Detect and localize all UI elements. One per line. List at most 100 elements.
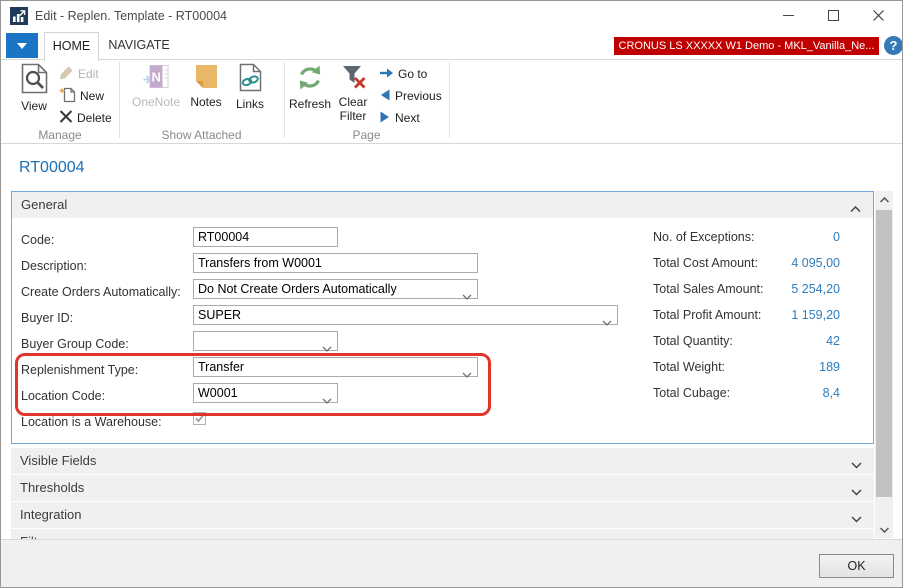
edit-button: Edit [59,64,99,84]
total-row: Total Cost Amount: 4 095,00 [653,253,840,279]
location-warehouse-checkbox [193,412,206,425]
group-divider [119,62,120,138]
scrollbar-thumb[interactable] [876,210,892,497]
next-button[interactable]: Next [379,108,420,128]
clear-filter-button[interactable]: Clear Filter [333,63,373,115]
notes-button[interactable]: Notes [185,63,227,115]
refresh-button[interactable]: Refresh [287,63,333,115]
links-button[interactable]: Links [229,63,271,115]
exceptions-label: No. of Exceptions: [653,230,754,244]
clear-filter-funnel-icon [333,63,373,93]
app-window: Edit - Replen. Template - RT00004 HOME N… [0,0,903,588]
chevron-down-icon[interactable] [851,485,862,499]
totals-column: No. of Exceptions: 0 Total Cost Amount: 4 … [653,227,840,409]
sticky-note-icon [185,63,227,93]
caret-down-icon [17,43,27,49]
total-weight-value[interactable]: 189 [819,360,840,374]
svg-text:N: N [151,70,160,85]
create-orders-label: Create Orders Automatically: [21,282,181,302]
create-orders-select[interactable]: Do Not Create Orders Automatically [193,279,478,299]
total-cubage-label: Total Cubage: [653,386,730,400]
total-cost-value[interactable]: 4 095,00 [791,256,840,270]
app-icon [10,7,28,25]
ok-button[interactable]: OK [819,554,894,578]
tab-home[interactable]: HOME [44,32,99,61]
group-divider [449,62,450,138]
total-row: Total Quantity:42 [653,331,840,357]
total-quantity-value[interactable]: 42 [826,334,840,348]
location-code-label: Location Code: [21,386,105,406]
total-row: Total Profit Amount: 1 159,20 [653,305,840,331]
fasttab-general: General Code: RT00004 Description: Trans… [11,191,874,444]
buyer-group-select[interactable] [193,331,338,351]
total-cost-label: Total Cost Amount: [653,256,758,270]
replenishment-type-label: Replenishment Type: [21,360,138,380]
fasttab-visible-fields[interactable]: Visible Fields [11,448,874,474]
buyer-id-label: Buyer ID: [21,308,73,328]
next-arrow-icon [379,111,391,126]
exceptions-value[interactable]: 0 [833,230,840,244]
fasttab-general-label: General [21,192,67,218]
total-cubage-value[interactable]: 8,4 [823,386,840,400]
delete-button[interactable]: Delete [59,108,112,128]
view-button[interactable]: View [13,63,55,115]
chevron-down-icon[interactable] [851,512,862,526]
chevron-down-icon [322,339,332,357]
new-page-icon [59,87,76,106]
previous-button[interactable]: Previous [379,86,442,106]
total-row: No. of Exceptions: 0 [653,227,840,253]
pencil-icon [59,65,74,83]
chevron-down-icon [462,365,472,383]
location-code-select[interactable]: W0001 [193,383,338,403]
links-chain-icon [229,63,271,95]
vertical-scrollbar[interactable] [875,191,893,538]
buyer-id-select[interactable]: SUPER [193,305,618,325]
maximize-button[interactable] [811,1,856,30]
app-menu-button[interactable] [6,33,38,58]
chevron-up-icon[interactable] [850,202,861,216]
total-row: Total Weight: 189 [653,357,840,383]
new-button[interactable]: New [59,86,104,106]
onenote-button: N OneNote [129,63,183,115]
minimize-button[interactable] [766,1,811,30]
total-sales-label: Total Sales Amount: [653,282,763,296]
code-label: Code: [21,230,54,250]
fasttab-integration[interactable]: Integration [11,502,874,528]
total-sales-value[interactable]: 5 254,20 [791,282,840,296]
fasttab-general-body: Code: RT00004 Description: Transfers fro… [12,218,873,443]
group-label-manage: Manage [1,128,119,143]
description-input[interactable]: Transfers from W0001 [193,253,478,273]
delete-x-icon [59,110,73,126]
previous-arrow-icon [379,89,391,104]
chevron-down-icon [322,391,332,409]
total-row: Total Cubage: 8,4 [653,383,840,409]
onenote-icon: N [129,63,183,93]
group-divider [284,62,285,138]
total-profit-label: Total Profit Amount: [653,308,761,322]
scroll-down-icon[interactable] [875,521,893,538]
group-label-show-attached: Show Attached [119,128,284,143]
replenishment-type-select[interactable]: Transfer [193,357,478,377]
chevron-down-icon [462,287,472,305]
tab-navigate[interactable]: NAVIGATE [103,32,175,59]
group-label-page: Page [284,128,449,143]
description-label: Description: [21,256,87,276]
window-title: Edit - Replen. Template - RT00004 [35,1,227,31]
scroll-up-icon[interactable] [875,191,893,208]
goto-button[interactable]: Go to [379,64,427,84]
title-bar: Edit - Replen. Template - RT00004 [1,1,902,31]
fasttab-general-header[interactable]: General [12,192,873,218]
code-input[interactable]: RT00004 [193,227,338,247]
buyer-group-label: Buyer Group Code: [21,334,129,354]
help-button[interactable]: ? [884,36,903,55]
total-weight-label: Total Weight: [653,360,725,374]
field-row-location-warehouse: Location is a Warehouse: [12,409,873,435]
close-button[interactable] [856,1,901,30]
total-profit-value[interactable]: 1 159,20 [791,308,840,322]
view-document-magnifier-icon [13,63,55,97]
company-role-badge: CRONUS LS XXXXX W1 Demo - MKL_Vanilla_Ne… [614,37,879,55]
fasttab-thresholds[interactable]: Thresholds [11,475,874,501]
chevron-down-icon [602,313,612,331]
refresh-icon [287,63,333,95]
chevron-down-icon[interactable] [851,458,862,472]
